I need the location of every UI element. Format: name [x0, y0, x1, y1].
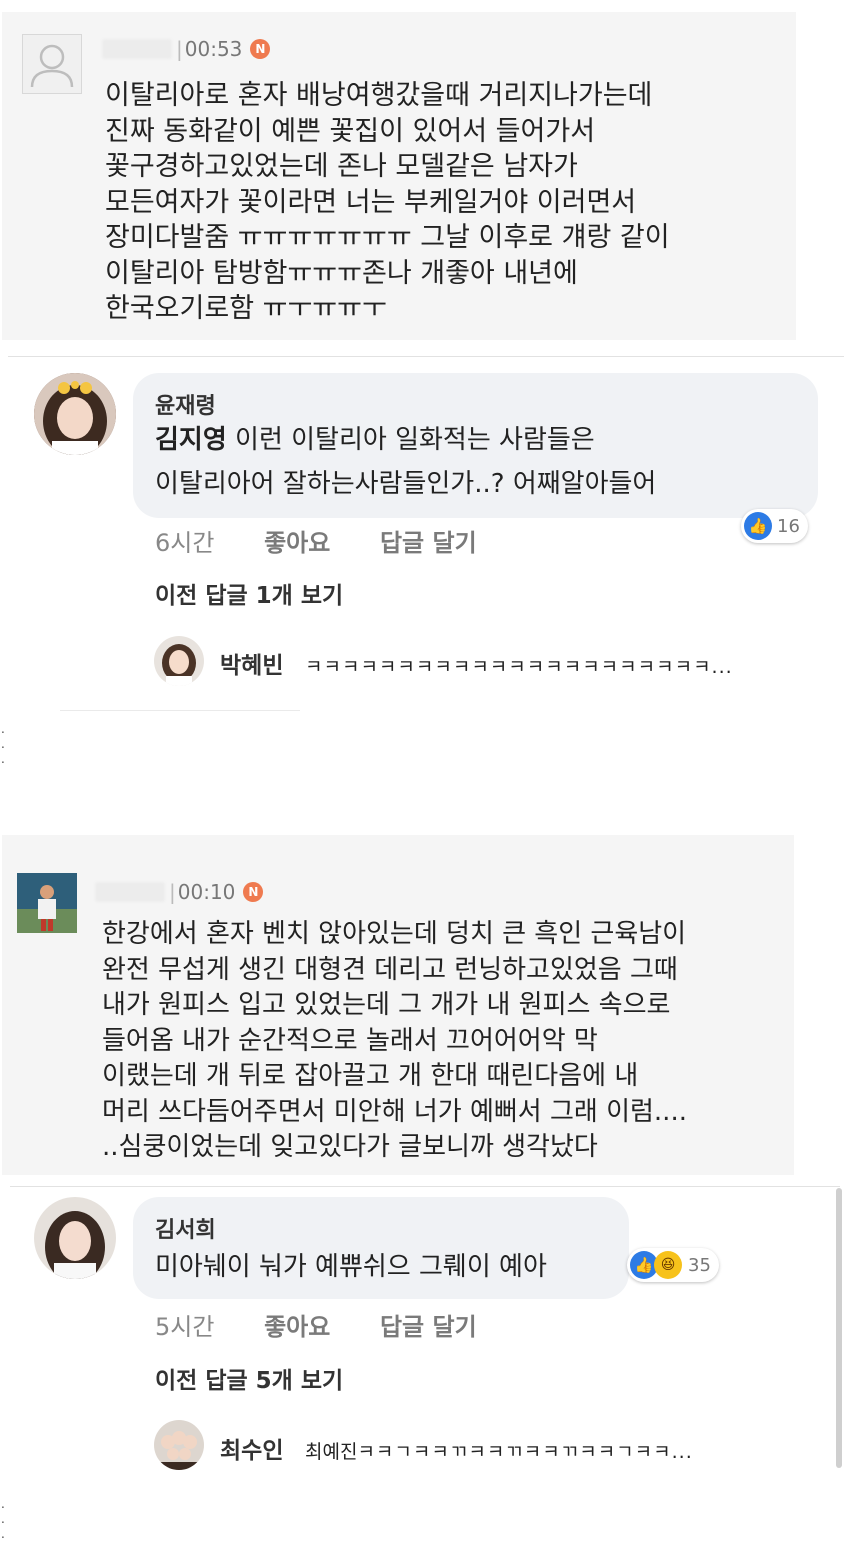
new-badge: N: [243, 882, 264, 902]
edge-dots: ...: [1, 722, 5, 766]
mention-link[interactable]: 최예진: [305, 1441, 357, 1463]
like-button[interactable]: 좋아요: [264, 1313, 330, 1341]
post-header: | 00:53 N: [102, 37, 271, 61]
like-icon: 👍: [744, 512, 772, 540]
reply-text: ㅋㅋㅋㅋㅋㅋㅋㅋㅋㅋㅋㅋㅋㅋㅋㅋㅋㅋㅋㅋㅋㅋ...: [305, 656, 733, 678]
post-card-2: | 00:10 N 한강에서 혼자 벤치 앉아있는데 덩치 큰 흑인 근육남이 …: [2, 835, 794, 1175]
reply-text: 최예진ㅋㅋㄱㅋㅋㄲㅋㅋㄲㅋㅋㄲㅋㅋㄱㅋㅋ...: [305, 1441, 693, 1463]
post-card-1: | 00:53 N 이탈리아로 혼자 배낭여행갔을때 거리지나가는데 진짜 동화…: [2, 12, 796, 340]
haha-icon: 😆: [654, 1251, 682, 1279]
avatar[interactable]: [34, 1197, 116, 1279]
comment-text: 김지영 이런 이탈리아 일화적는 사람들은 이탈리아어 잘하는사람들인가..? …: [155, 425, 657, 499]
post-header: | 00:10 N: [95, 880, 264, 904]
view-previous-replies[interactable]: 이전 답글 5개 보기: [155, 1361, 343, 1395]
divider: [10, 1186, 840, 1187]
reaction-count: 16: [777, 515, 800, 537]
divider: [8, 356, 844, 357]
blurred-username: [95, 882, 165, 902]
post-body: 한강에서 혼자 벤치 앉아있는데 덩치 큰 흑인 근육남이 완전 무섭게 생긴 …: [102, 919, 687, 1162]
reaction-summary[interactable]: 👍 😆 35: [627, 1248, 719, 1282]
avatar[interactable]: [34, 373, 116, 455]
mention-link[interactable]: 김지영: [155, 425, 227, 455]
avatar[interactable]: [154, 1420, 204, 1470]
blurred-username: [102, 39, 172, 59]
comment-author[interactable]: 김서희: [155, 1212, 216, 1244]
reply-button[interactable]: 답글 달기: [380, 529, 477, 557]
comment-text: 미아눼이 눠가 예쀼쉬으 그뤠이 예아: [155, 1252, 547, 1282]
view-previous-replies[interactable]: 이전 답글 1개 보기: [155, 576, 343, 610]
comment-author[interactable]: 윤재령: [155, 388, 216, 420]
scrollbar[interactable]: [836, 1188, 842, 1468]
comment-time: 6시간: [155, 529, 215, 557]
reply-author[interactable]: 박혜빈: [220, 646, 283, 680]
comment-meta: 6시간 좋아요 답글 달기: [155, 523, 477, 558]
comment-time: 5시간: [155, 1313, 215, 1341]
avatar[interactable]: [17, 873, 77, 933]
post-body: 이탈리아로 혼자 배낭여행갔을때 거리지나가는데 진짜 동화같이 예쁜 꽃집이 …: [105, 80, 670, 324]
post-time: 00:10: [177, 880, 236, 904]
comment-meta: 5시간 좋아요 답글 달기: [155, 1307, 477, 1342]
reaction-count: 35: [688, 1254, 711, 1276]
reply-button[interactable]: 답글 달기: [380, 1313, 477, 1341]
new-badge: N: [250, 39, 271, 59]
default-avatar-icon[interactable]: [22, 34, 82, 94]
edge-dots: ...: [1, 1497, 5, 1541]
divider: [60, 710, 300, 711]
reply-author[interactable]: 최수인: [220, 1431, 283, 1465]
like-button[interactable]: 좋아요: [264, 529, 330, 557]
avatar[interactable]: [154, 636, 204, 686]
reaction-summary[interactable]: 👍 16: [741, 509, 808, 543]
post-time: 00:53: [184, 37, 243, 61]
